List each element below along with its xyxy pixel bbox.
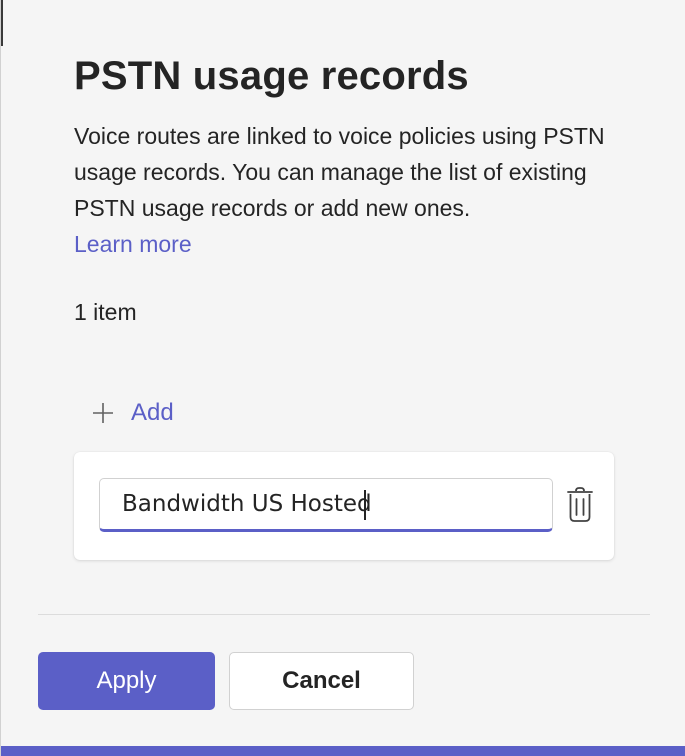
window-edge	[1, 0, 3, 46]
usage-record-card	[74, 452, 614, 560]
add-button-label: Add	[131, 399, 174, 426]
usage-record-input[interactable]	[99, 478, 553, 532]
cancel-button[interactable]: Cancel	[229, 652, 414, 710]
learn-more-link[interactable]: Learn more	[74, 226, 192, 262]
trash-icon	[565, 487, 595, 529]
add-button[interactable]: Add	[91, 392, 174, 434]
item-count: 1 item	[74, 299, 137, 325]
delete-record-button[interactable]	[565, 484, 595, 526]
page-title: PSTN usage records	[74, 54, 469, 98]
text-cursor	[364, 490, 366, 520]
bottom-accent-bar	[1, 746, 685, 756]
pstn-usage-records-panel: PSTN usage records Voice routes are link…	[0, 0, 685, 756]
apply-button[interactable]: Apply	[38, 652, 215, 710]
description-text: Voice routes are linked to voice policie…	[74, 123, 605, 221]
footer-divider	[38, 614, 650, 615]
plus-icon	[91, 401, 115, 425]
